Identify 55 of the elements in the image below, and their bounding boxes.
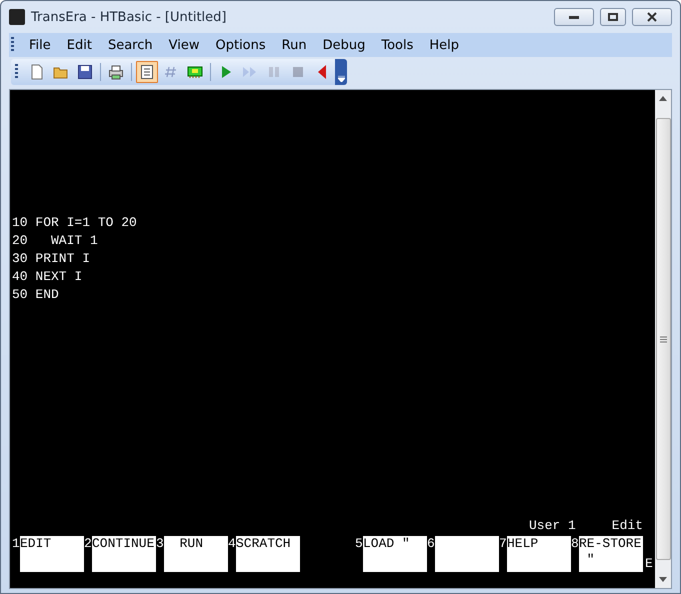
pause-icon [266,64,282,80]
window-title: TransEra - HTBasic - [Untitled] [31,10,226,24]
hash-icon [163,64,179,80]
program-line: 30 PRINT I [12,250,92,268]
caret-icon [338,76,344,82]
toolbar-overflow-button[interactable] [335,59,347,85]
softkey[interactable]: SCRATCH [236,536,300,572]
softkey[interactable]: HELP [507,536,571,572]
vertical-scrollbar[interactable] [655,90,671,588]
minimize-button[interactable] [554,8,594,26]
softkey-number: 3 [156,536,164,553]
menu-item[interactable]: Search [100,36,160,54]
menu-item[interactable]: Debug [316,36,372,54]
program-line: 10 FOR I=1 TO 20 [12,214,138,232]
softkey-number: 8 [571,536,579,553]
close-button[interactable] [632,8,672,26]
new-page-icon [29,64,45,80]
softkey-number: 1 [12,536,20,553]
scroll-thumb[interactable] [656,118,670,560]
scroll-up-icon [659,96,667,101]
circuit-card-icon [187,64,203,80]
printer-icon [108,64,124,80]
menu-item[interactable]: Tools [374,36,420,54]
softkey-number: 7 [499,536,507,553]
softkey[interactable]: RE-STORE ″ [579,536,643,572]
softkey[interactable]: RUN [164,536,228,572]
minimize-icon [569,16,579,18]
softkey[interactable]: CONTINUE [92,536,156,572]
program-line: 40 NEXT I [12,268,84,286]
menu-item[interactable]: Run [274,36,314,54]
maximize-button[interactable] [600,8,626,26]
menu-item[interactable]: Edit [60,36,99,54]
softkey[interactable]: LOAD ″ [363,536,427,572]
softkey-number: 2 [84,536,92,553]
close-icon [646,12,658,22]
scroll-down-icon [659,577,667,582]
menu-item[interactable]: Help [422,36,466,54]
user-status: User 1 [528,518,576,534]
mode-indicator: E [645,556,653,572]
app-icon [9,9,25,25]
menu-item[interactable]: View [162,36,206,54]
program-line: 20 WAIT 1 [12,232,99,250]
program-line: 50 END [12,286,60,304]
softkey-number: 4 [228,536,236,553]
menu-item[interactable]: File [22,36,58,54]
toolbar-button[interactable] [136,61,158,83]
notepad-icon [139,64,155,80]
fast-forward-icon [242,64,258,80]
stop-icon [290,64,306,80]
softkey-number: 6 [427,536,435,553]
softkey-number: 5 [355,536,363,553]
menu-item[interactable]: Options [208,36,273,54]
maximize-icon [608,13,618,21]
mode-status: Edit [612,518,643,534]
softkey[interactable]: EDIT [20,536,84,572]
